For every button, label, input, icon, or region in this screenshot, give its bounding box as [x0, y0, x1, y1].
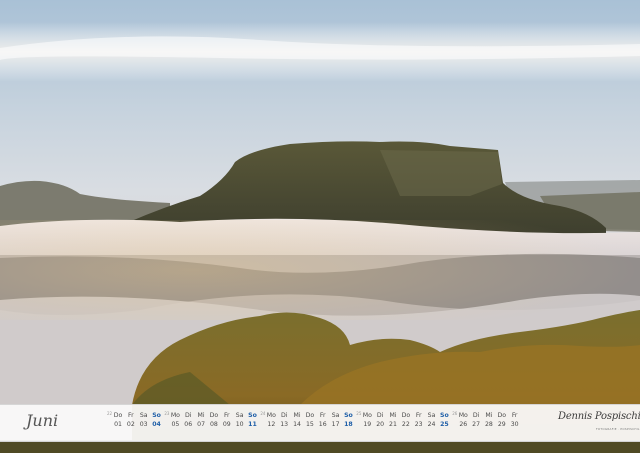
day-date: 26: [459, 421, 468, 428]
day-date: 16: [318, 421, 327, 428]
day-name: Di: [472, 412, 480, 419]
day-name: Fr: [128, 412, 134, 419]
day-name: Fr: [415, 412, 422, 419]
day-name: Mi: [389, 412, 397, 419]
day-date: 08: [210, 421, 218, 428]
day-name: Do: [497, 412, 507, 419]
signature-name: Dennis Pospischil: [558, 411, 640, 422]
day-date: 12: [267, 421, 276, 428]
day-name: Mo: [362, 412, 372, 419]
calendar-strip: Juni 22 Do 01 Fr 02 Sa 03 So 04 23 Mo 05 Di 06 Mi 07 Do 0…: [0, 404, 640, 442]
day-date: 09: [222, 421, 231, 428]
day-name: Mo: [170, 412, 180, 419]
sun-glow: [0, 220, 640, 320]
day-name: Do: [113, 412, 123, 419]
signature-subtitle: FOTOGRAFIE · POSPISCHIL: [596, 427, 640, 431]
day-date: 28: [485, 421, 493, 428]
day-name: Sa: [139, 412, 148, 419]
day-date: 20: [376, 421, 385, 428]
day-name: Di: [184, 412, 192, 419]
mountain-cliff: [380, 150, 502, 196]
day-name: Di: [376, 412, 384, 419]
day-name: Sa: [427, 412, 436, 419]
day-date: 13: [280, 421, 289, 428]
day-date: 15: [305, 421, 314, 428]
day-date: 10: [235, 421, 244, 428]
day-name: Sa: [331, 412, 340, 419]
day-name: So: [440, 412, 449, 419]
day-date: 03: [139, 421, 148, 428]
day-date: 22: [401, 421, 410, 428]
day-date: 14: [293, 421, 301, 428]
day-date: 01: [114, 421, 122, 428]
day-date: 23: [414, 421, 423, 428]
day-date: 04: [152, 421, 161, 428]
day-date: 21: [389, 421, 397, 428]
landscape-photo: [0, 0, 640, 453]
day-name: Mo: [458, 412, 468, 419]
day-name: So: [248, 412, 257, 419]
day-name: Fr: [319, 412, 326, 419]
day-date: 17: [331, 421, 340, 428]
day-name: Sa: [235, 412, 244, 419]
day-name: Fr: [511, 412, 518, 419]
day-name: Mi: [197, 412, 205, 419]
day-date: 30: [510, 421, 519, 428]
day-date: 07: [197, 421, 206, 428]
day-name: Do: [305, 412, 315, 419]
day-name: Fr: [223, 412, 230, 419]
day-name: Do: [401, 412, 411, 419]
day-date: 25: [440, 421, 449, 428]
day-date: 19: [363, 421, 372, 428]
calendar-page: Juni 22 Do 01 Fr 02 Sa 03 So 04 23 Mo 05 Di 06 Mi 07 Do 0…: [0, 0, 640, 453]
day-name: Mi: [293, 412, 301, 419]
day-name: So: [344, 412, 353, 419]
day-name: So: [152, 412, 161, 419]
day-name: Do: [209, 412, 219, 419]
day-date: 27: [472, 421, 481, 428]
day-date: 11: [248, 421, 257, 428]
day-date: 18: [344, 421, 353, 428]
day-date: 29: [497, 421, 506, 428]
day-name: Mo: [266, 412, 276, 419]
month-label: Juni: [26, 411, 59, 430]
day-date: 05: [171, 421, 180, 428]
day-date: 24: [427, 421, 436, 428]
day-date: 02: [126, 421, 135, 428]
day-name: Mi: [485, 412, 493, 419]
day-date: 06: [184, 421, 193, 428]
day-name: Di: [280, 412, 288, 419]
photographer-signature: Dennis Pospischil FOTOGRAFIE · POSPISCHI…: [558, 410, 640, 436]
